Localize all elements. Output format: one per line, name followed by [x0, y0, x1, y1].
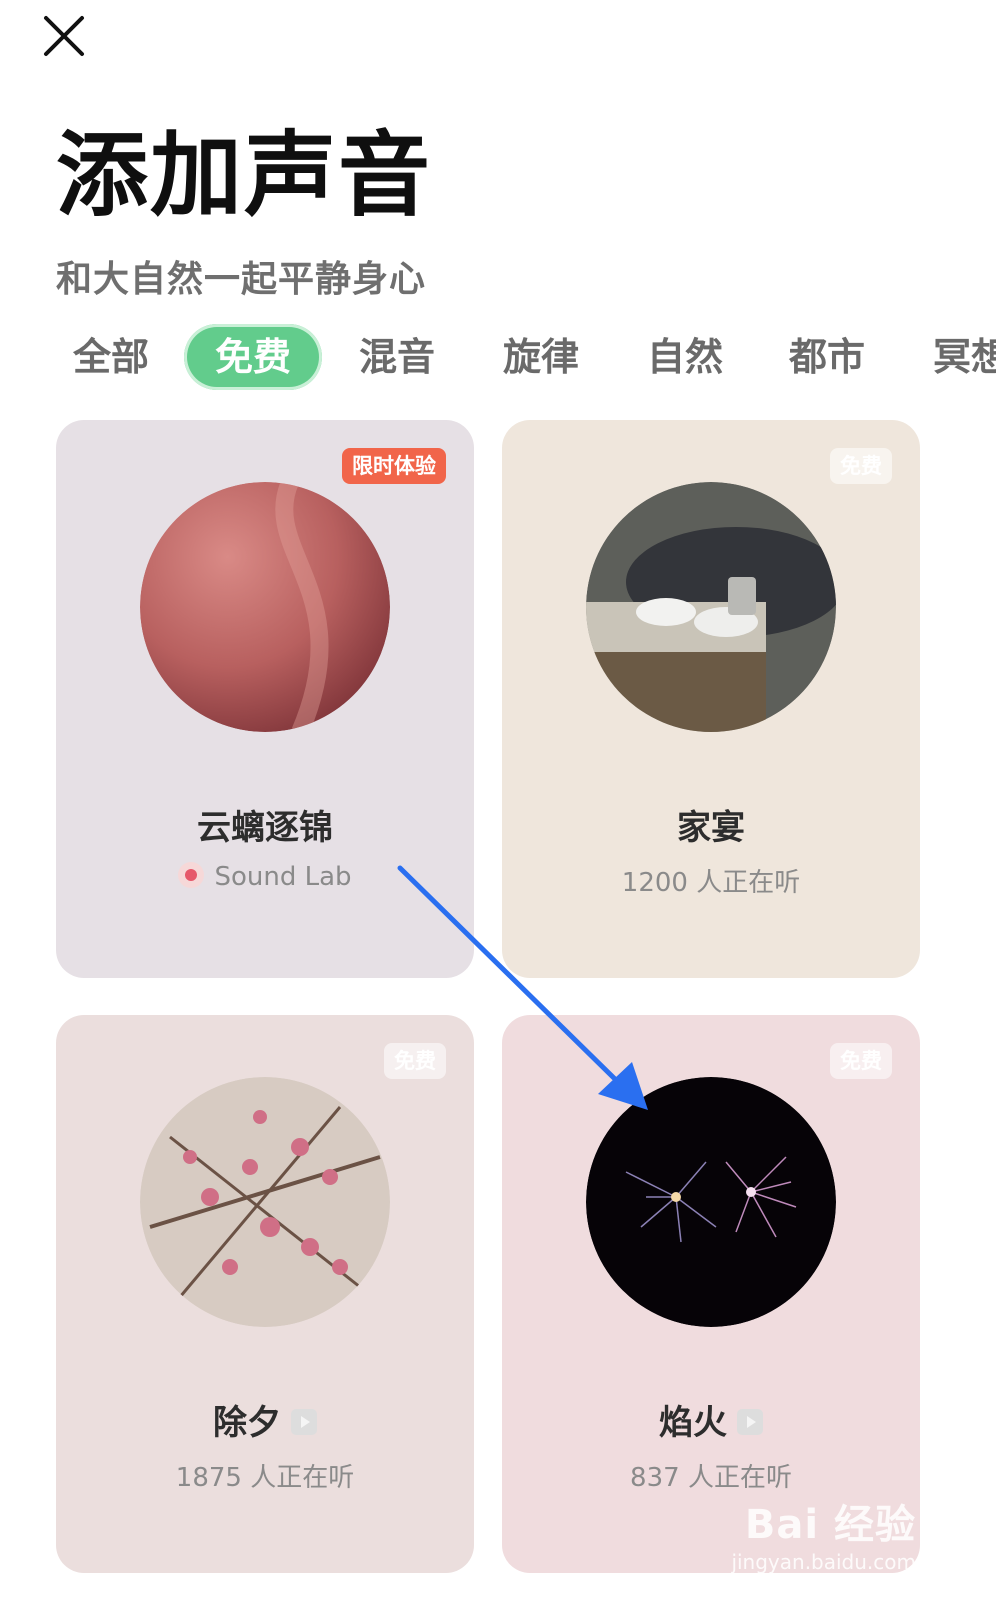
close-icon[interactable] — [42, 14, 86, 58]
sound-artwork — [586, 1077, 836, 1327]
sound-artwork — [586, 482, 836, 732]
play-icon[interactable] — [737, 1408, 763, 1435]
listener-count: 837 人正在听 — [630, 1463, 792, 1493]
watermark-main: Bai 经验 — [744, 1502, 916, 1548]
tab-mix[interactable]: 混音 — [342, 322, 452, 392]
page-title: 添加声音 — [56, 122, 433, 229]
listener-count: 1200 人正在听 — [621, 868, 801, 898]
listener-count: 1875 人正在听 — [175, 1463, 355, 1493]
free-badge: 免费 — [830, 448, 892, 484]
tab-city[interactable]: 都市 — [772, 322, 882, 392]
category-tabs: 全部 免费 混音 旋律 自然 都市 冥想 — [56, 322, 996, 392]
sound-card-chuxi[interactable]: 免费 除夕 1875 人正在听 — [56, 1015, 474, 1573]
page-subtitle: 和大自然一起平静身心 — [56, 259, 427, 300]
free-badge: 免费 — [384, 1043, 446, 1079]
sound-title: 除夕 — [56, 1395, 474, 1444]
sound-card-yunchi[interactable]: 限时体验 云螭逐锦 Sound Lab — [56, 420, 474, 978]
sound-title: 家宴 — [677, 808, 745, 848]
sound-title: 焰火 — [502, 1395, 920, 1444]
watermark-url: jingyan.baidu.com — [731, 1550, 916, 1574]
play-icon[interactable] — [291, 1408, 317, 1435]
tab-all[interactable]: 全部 — [56, 322, 166, 392]
sound-lab-icon — [178, 861, 205, 888]
sound-artwork — [140, 1077, 390, 1327]
sound-artwork — [140, 482, 390, 732]
baidu-watermark: Bai 经验 jingyan.baidu.com — [731, 1492, 916, 1574]
tab-meditation[interactable]: 冥想 — [916, 322, 996, 392]
sound-lab-label: Sound Lab — [214, 862, 352, 892]
tab-free[interactable]: 免费 — [184, 324, 322, 390]
sound-card-jiayan[interactable]: 免费 家宴 1200 人正在听 — [502, 420, 920, 978]
tab-nature[interactable]: 自然 — [630, 322, 740, 392]
sound-title-text: 焰火 — [659, 1403, 727, 1443]
sound-title-text: 除夕 — [213, 1403, 281, 1443]
trial-badge: 限时体验 — [342, 448, 446, 484]
sound-card-yanhuo[interactable]: 免费 焰火 837 人正在听 — [502, 1015, 920, 1573]
tab-melody[interactable]: 旋律 — [486, 322, 596, 392]
free-badge: 免费 — [830, 1043, 892, 1079]
sound-meta: Sound Lab — [56, 861, 474, 892]
sound-title: 云螭逐锦 — [197, 808, 333, 848]
